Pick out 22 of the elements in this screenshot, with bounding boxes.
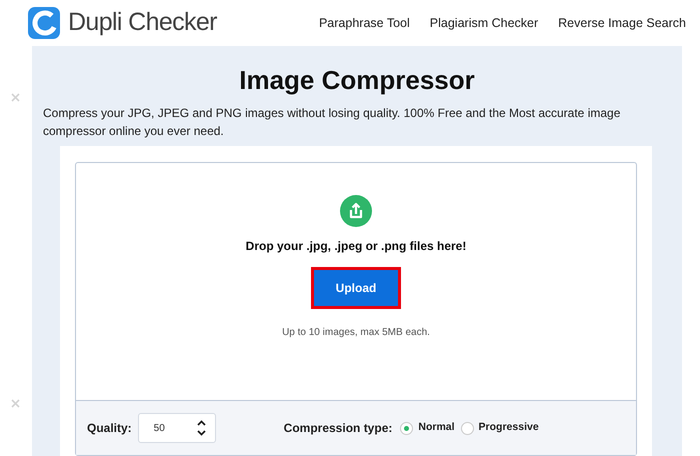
radio-icon[interactable]: [400, 422, 414, 434]
radio-option[interactable]: Progressive: [460, 420, 539, 436]
drop-prompt: Drop your .jpg, .jpeg or .png files here!: [246, 238, 466, 255]
logo-text: Dupli Checker: [68, 7, 217, 38]
drop-zone[interactable]: Drop your .jpg, .jpeg or .png files here! Upload Up to 10 images, max 5MB each.: [76, 163, 636, 400]
page-title: Image Compressor: [238, 64, 476, 96]
compression-label: Compression type:: [284, 420, 392, 437]
nav-link[interactable]: Paraphrase Tool: [318, 14, 410, 32]
radio-icon[interactable]: [460, 422, 474, 434]
quality-label: Quality:: [87, 420, 132, 437]
upload-limit-note: Up to 10 images, max 5MB each.: [282, 326, 430, 340]
description: Compress your JPG, JPEG and PNG images without losing quality. 100% Free and the Most accurate image compressor online you ever need.: [42, 105, 622, 140]
close-icon[interactable]: [11, 93, 20, 102]
quality-field[interactable]: 50: [138, 413, 216, 443]
nav-link[interactable]: Plagiarism Checker: [430, 14, 538, 32]
upload-button[interactable]: Upload: [311, 267, 401, 309]
nav-link[interactable]: Reverse Image Search: [558, 14, 686, 32]
radio-option[interactable]: Normal: [400, 420, 455, 436]
close-icon[interactable]: [11, 399, 20, 408]
upload-icon: [340, 195, 372, 227]
stepper-icon[interactable]: [196, 418, 207, 438]
logo-icon: [28, 7, 60, 39]
